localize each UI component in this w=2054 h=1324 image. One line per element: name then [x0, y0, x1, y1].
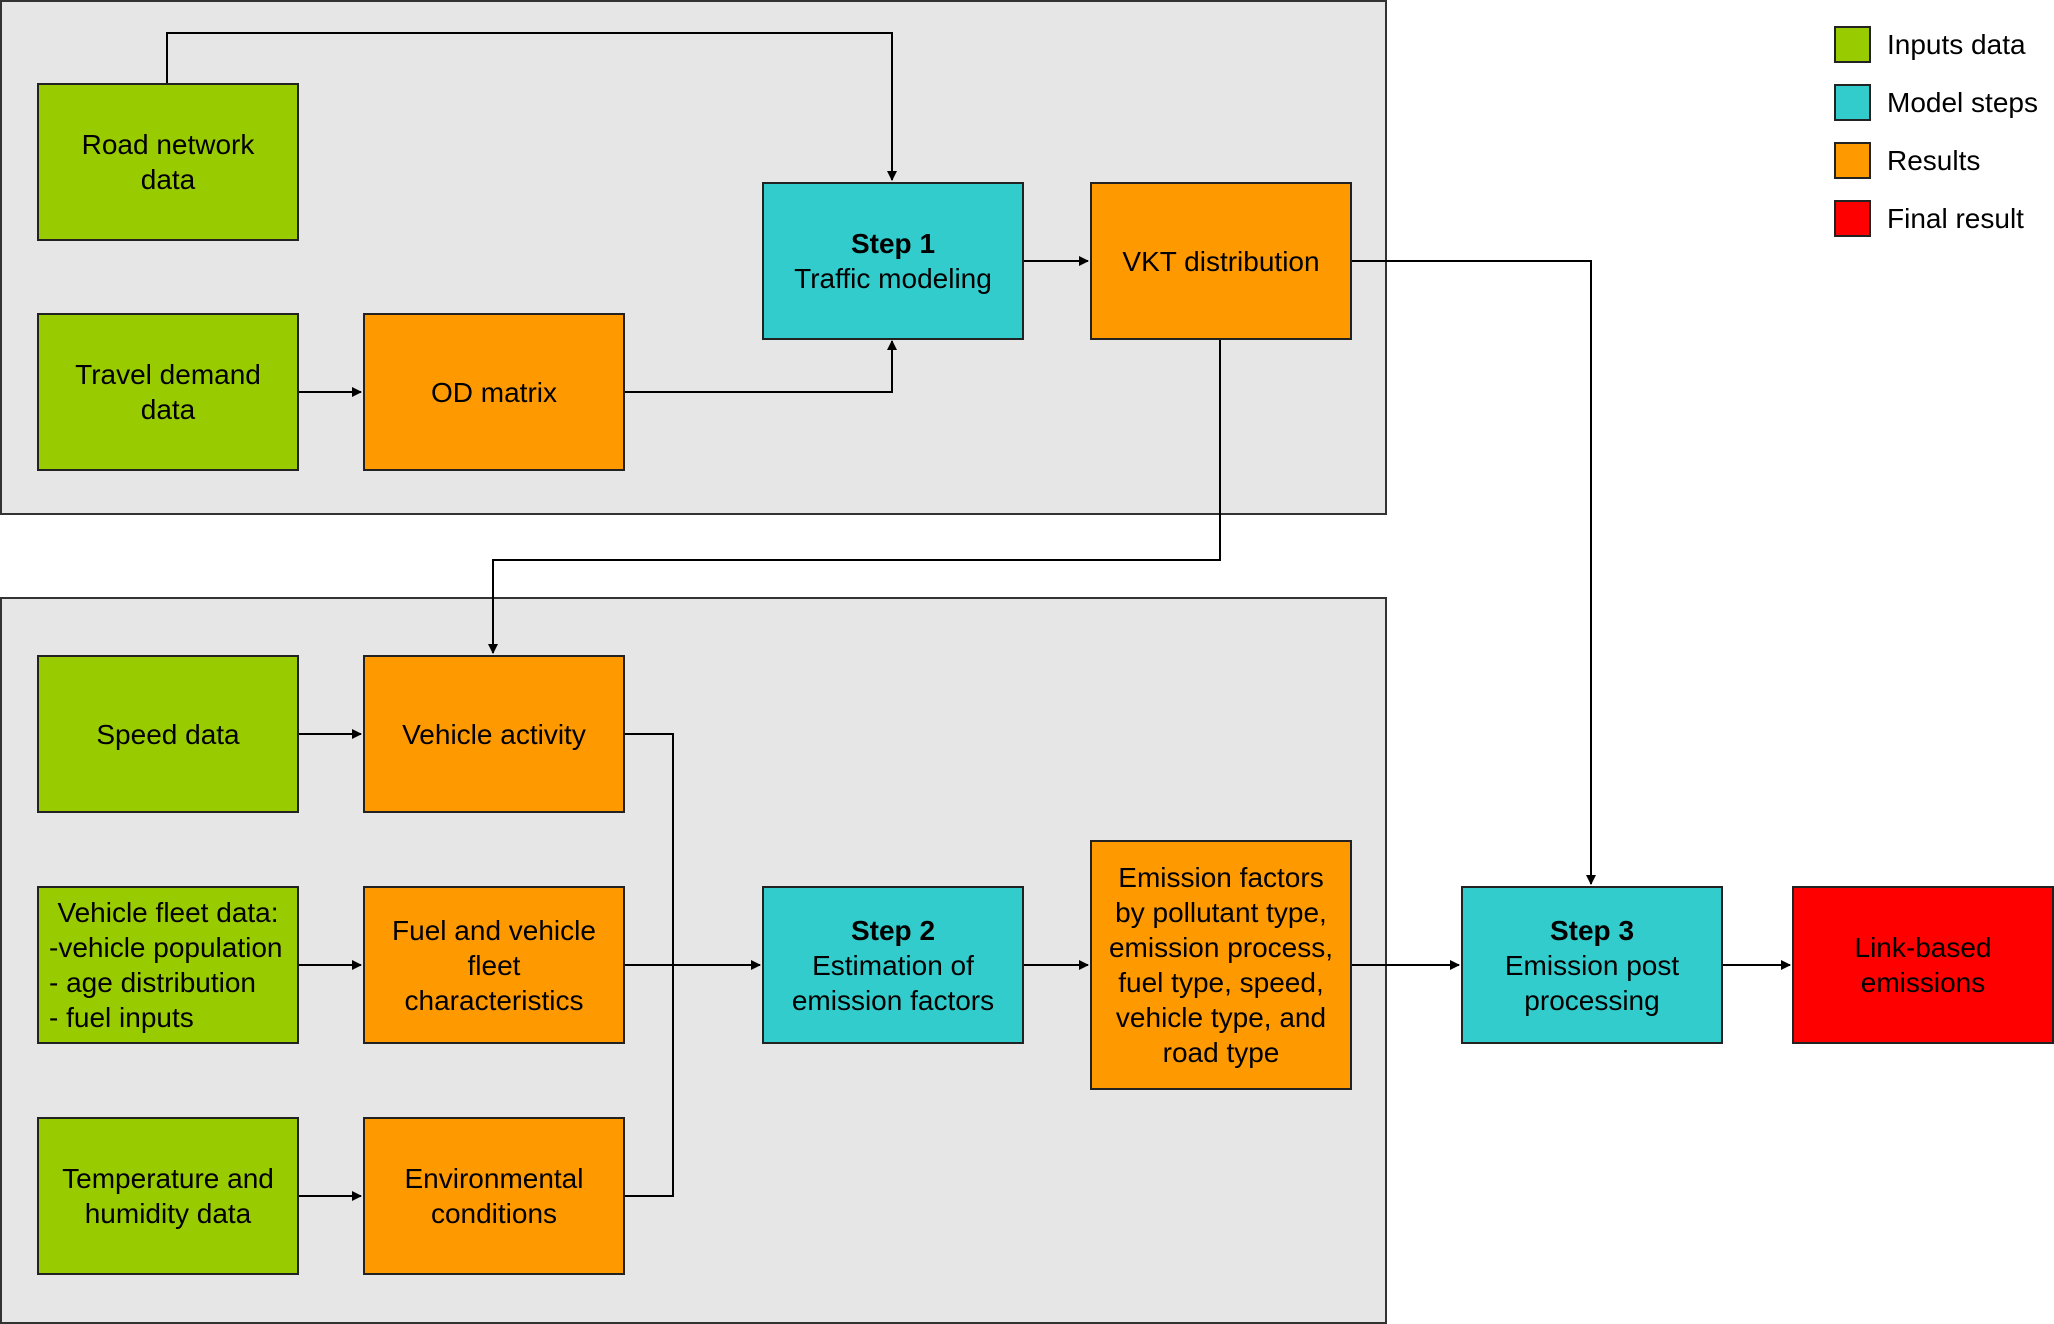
node-road-network: Road network data — [37, 83, 299, 241]
node-text: Vehicle activity — [402, 718, 586, 750]
legend-swatch — [1834, 200, 1871, 237]
node-text: OD matrix — [431, 376, 557, 408]
node-step1: Step 1 Traffic modeling — [762, 182, 1024, 340]
node-step2: Step 2 Estimation of emission factors — [762, 886, 1024, 1044]
node-text: Link-based — [1854, 932, 1992, 963]
node-text: Vehicle fleet data: — [57, 897, 279, 928]
node-text: Traffic modeling — [794, 263, 992, 294]
legend-swatch — [1834, 26, 1871, 63]
legend-label: Final result — [1887, 202, 2024, 234]
node-fuel-fleet: Fuel and vehicle fleet characteristics — [363, 886, 625, 1044]
legend-item-inputs: Inputs data — [1834, 26, 2026, 63]
legend-label: Inputs data — [1887, 28, 2026, 60]
node-fleet-data: Vehicle fleet data: -vehicle population - … — [37, 886, 299, 1044]
node-text: VKT distribution — [1122, 245, 1320, 277]
node-speed-data: Speed data — [37, 655, 299, 813]
legend-item-model-steps: Model steps — [1834, 84, 2038, 121]
node-text: - fuel inputs — [49, 1002, 194, 1033]
node-text: data — [140, 394, 196, 425]
legend-label: Model steps — [1887, 86, 2038, 118]
node-text: by pollutant type, — [1115, 897, 1327, 928]
node-text: road type — [1162, 1037, 1280, 1068]
node-text: fuel type, speed, — [1118, 967, 1324, 998]
node-text: Speed data — [96, 718, 240, 750]
legend-swatch — [1834, 84, 1871, 121]
node-text: Emission post — [1504, 949, 1680, 981]
node-vehicle-activity: Vehicle activity — [363, 655, 625, 813]
node-link-emissions: Link-based emissions — [1792, 886, 2054, 1044]
arrow-vkt-to-step3 — [1350, 260, 1596, 885]
node-text: Environmental — [404, 1163, 584, 1194]
node-text: fleet — [467, 949, 521, 981]
connectors — [166, 32, 1791, 1201]
arrow-od-to-step1 — [623, 340, 897, 393]
node-env-conditions: Environmental conditions — [363, 1117, 625, 1275]
node-text: emission process, — [1108, 932, 1334, 963]
node-text: -vehicle population — [49, 932, 283, 963]
node-text: data — [140, 164, 196, 195]
legend-item-results: Results — [1834, 142, 1980, 179]
node-step3: Step 3 Emission post processing — [1461, 886, 1723, 1044]
node-text: - age distribution — [49, 967, 257, 998]
node-travel-demand: Travel demand data — [37, 313, 299, 471]
node-text: Fuel and vehicle — [392, 914, 596, 946]
legend-item-final-result: Final result — [1834, 200, 2024, 237]
node-text: Travel demand — [75, 359, 261, 390]
node-od-matrix: OD matrix — [363, 313, 625, 471]
node-text: Temperature and — [62, 1163, 274, 1194]
node-text: emission factors — [791, 984, 995, 1016]
node-text: processing — [1524, 984, 1660, 1016]
step-title: Step 2 — [850, 914, 936, 946]
node-text: Emission factors — [1118, 862, 1324, 893]
node-vkt-distribution: VKT distribution — [1090, 182, 1352, 340]
node-text: emissions — [1860, 967, 1986, 998]
legend-swatch — [1834, 142, 1871, 179]
step-title: Step 3 — [1549, 914, 1635, 946]
node-text: humidity data — [84, 1198, 252, 1229]
node-text: Estimation of — [812, 949, 974, 981]
node-text: characteristics — [404, 984, 584, 1016]
node-text: vehicle type, and — [1115, 1002, 1327, 1033]
step-title: Step 1 — [850, 228, 936, 259]
node-text: Road network — [81, 129, 255, 160]
legend-label: Results — [1887, 144, 1981, 176]
node-temp-humidity: Temperature and humidity data — [37, 1117, 299, 1275]
node-emission-factors: Emission factors by pollutant type, emissi… — [1090, 840, 1352, 1090]
node-text: conditions — [430, 1198, 558, 1229]
